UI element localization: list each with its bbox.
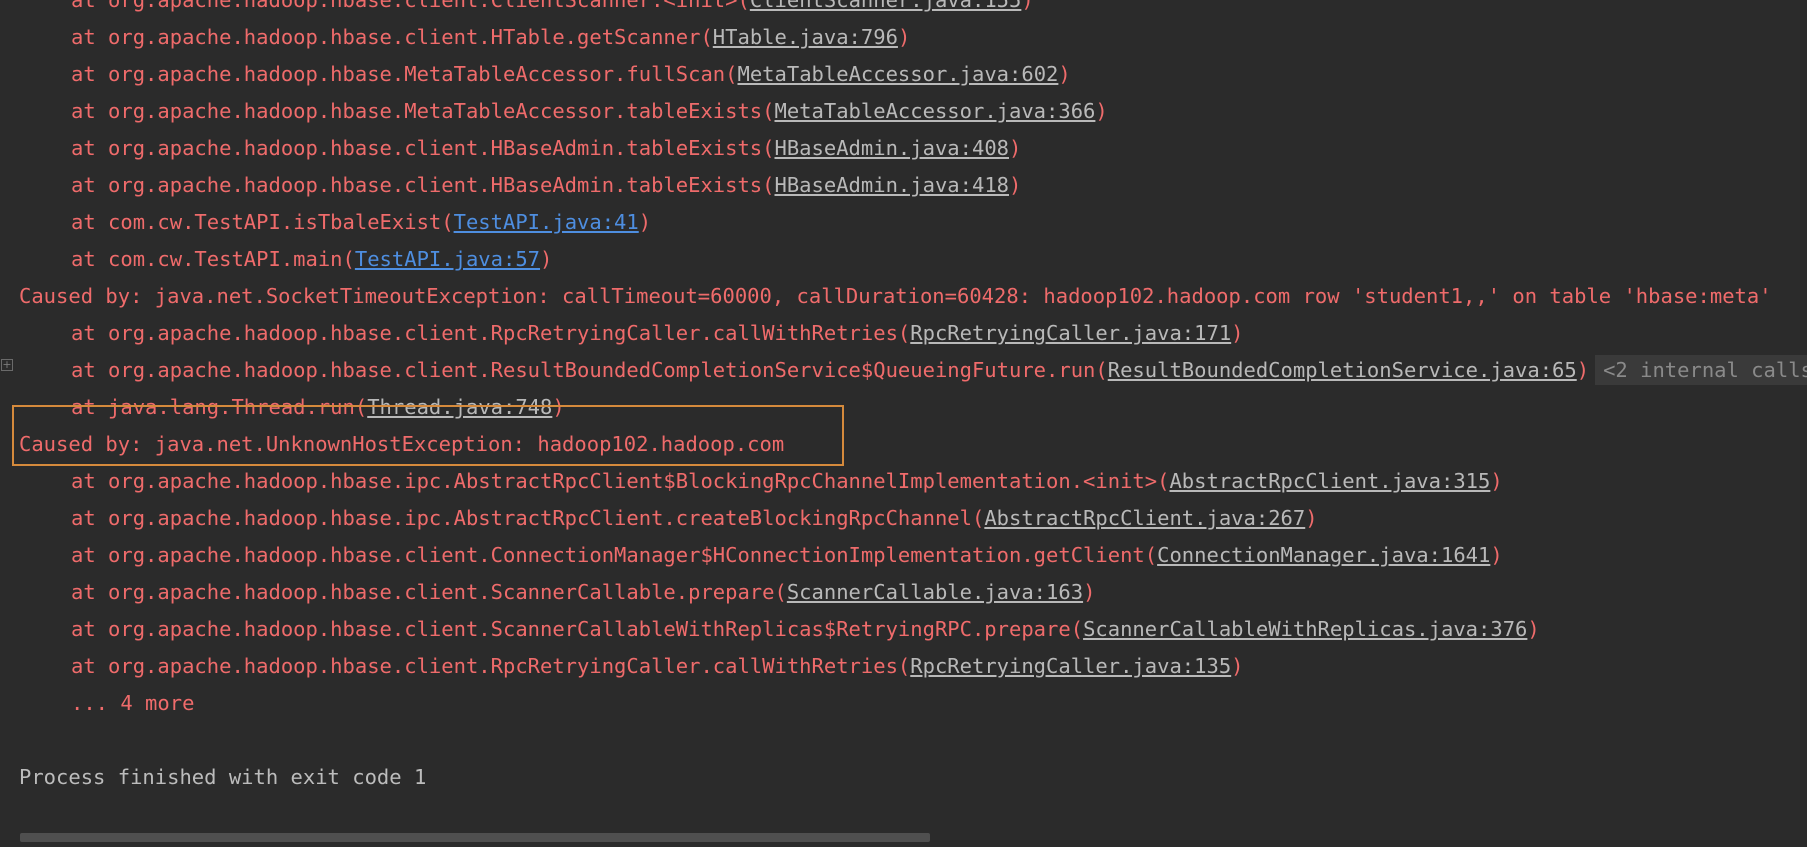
stack-frame-method: at org.apache.hadoop.hbase.client.Connec… — [71, 543, 1145, 567]
source-file-link[interactable]: RpcRetryingCaller.java:135 — [910, 654, 1231, 678]
paren-open: ( — [1095, 358, 1108, 382]
paren-close: ) — [897, 25, 911, 49]
caused-by-line: Caused by: java.net.UnknownHostException… — [19, 432, 785, 456]
stack-frame-method: at com.cw.TestAPI.main — [71, 247, 343, 271]
stack-frame-method: at org.apache.hadoop.hbase.ipc.AbstractR… — [71, 469, 1158, 493]
paren-close: ) — [1490, 469, 1503, 493]
stack-frame-line: at org.apache.hadoop.hbase.client.RpcRet… — [0, 315, 1244, 352]
source-file-link[interactable]: Thread.java:748 — [367, 395, 552, 419]
paren-open: ( — [1144, 543, 1158, 567]
source-file-link[interactable]: ClientScanner.java:155 — [750, 0, 1022, 12]
scrollbar-thumb[interactable] — [20, 833, 930, 842]
source-file-link[interactable]: ConnectionManager.java:1641 — [1157, 543, 1490, 567]
stack-frame-line: at org.apache.hadoop.hbase.client.Scanne… — [0, 611, 1540, 648]
paren-open: ( — [774, 580, 787, 604]
paren-open: ( — [354, 395, 368, 419]
expand-fold-icon[interactable]: + — [1, 359, 13, 371]
process-exit-message: Process finished with exit code 1 — [19, 765, 427, 789]
internal-calls-fold[interactable]: <2 internal calls> — [1595, 355, 1807, 385]
paren-close: ) — [1231, 321, 1244, 345]
source-file-link[interactable]: AbstractRpcClient.java:315 — [1169, 469, 1490, 493]
paren-open: ( — [762, 99, 775, 123]
paren-close: ) — [1009, 173, 1022, 197]
stack-frame-method: at org.apache.hadoop.hbase.ipc.AbstractR… — [71, 506, 972, 530]
source-file-link[interactable]: HBaseAdmin.java:418 — [775, 173, 1010, 197]
source-file-link[interactable]: TestAPI.java:41 — [454, 210, 639, 234]
source-file-link[interactable]: HTable.java:796 — [713, 25, 898, 49]
source-file-link[interactable]: ResultBoundedCompletionService.java:65 — [1108, 358, 1577, 382]
paren-close: ) — [540, 247, 553, 271]
stack-frame-line: at org.apache.hadoop.hbase.client.Scanne… — [0, 574, 1095, 611]
stack-frame-method: at org.apache.hadoop.hbase.client.HBaseA… — [71, 173, 763, 197]
stack-frame-line: at org.apache.hadoop.hbase.client.Connec… — [0, 537, 1503, 574]
stack-frame-line: at org.apache.hadoop.hbase.client.HTable… — [0, 19, 910, 56]
stack-frame-line: at org.apache.hadoop.hbase.MetaTableAcce… — [0, 56, 1071, 93]
source-file-link[interactable]: RpcRetryingCaller.java:171 — [910, 321, 1231, 345]
paren-close: ) — [1083, 580, 1096, 604]
source-file-link[interactable]: HBaseAdmin.java:408 — [775, 136, 1010, 160]
paren-open: ( — [897, 321, 911, 345]
paren-close: ) — [638, 210, 652, 234]
paren-close: ) — [1490, 543, 1503, 567]
paren-close: ) — [1058, 62, 1071, 86]
paren-open: ( — [737, 0, 750, 12]
stack-frame-line: at org.apache.hadoop.hbase.client.HBaseA… — [0, 167, 1021, 204]
paren-close: ) — [1009, 136, 1022, 160]
source-file-link[interactable]: TestAPI.java:57 — [355, 247, 540, 271]
source-file-link[interactable]: MetaTableAccessor.java:366 — [775, 99, 1096, 123]
stack-frame-line: at org.apache.hadoop.hbase.client.HBaseA… — [0, 130, 1021, 167]
paren-open: ( — [762, 136, 775, 160]
stack-frame-method: at org.apache.hadoop.hbase.MetaTableAcce… — [71, 99, 763, 123]
source-file-link[interactable]: ScannerCallableWithReplicas.java:376 — [1083, 617, 1527, 641]
paren-open: ( — [700, 25, 713, 49]
stack-frame-line: at org.apache.hadoop.hbase.MetaTableAcce… — [0, 93, 1108, 130]
source-file-link[interactable]: MetaTableAccessor.java:602 — [737, 62, 1058, 86]
stack-frame-method: at org.apache.hadoop.hbase.client.RpcRet… — [71, 654, 898, 678]
stack-frame-line: at org.apache.hadoop.hbase.client.Client… — [0, 0, 1034, 19]
stack-frame-method: at org.apache.hadoop.hbase.client.HBaseA… — [71, 136, 763, 160]
source-file-link[interactable]: AbstractRpcClient.java:267 — [984, 506, 1305, 530]
paren-close: ) — [1021, 0, 1034, 12]
paren-close: ) — [1231, 654, 1244, 678]
paren-open: ( — [342, 247, 355, 271]
source-file-link[interactable]: ScannerCallable.java:163 — [787, 580, 1083, 604]
stack-frame-method: at org.apache.hadoop.hbase.client.HTable… — [71, 25, 701, 49]
stack-frame-method: at org.apache.hadoop.hbase.client.RpcRet… — [71, 321, 898, 345]
stack-frame-method: at org.apache.hadoop.hbase.client.Scanne… — [71, 617, 1071, 641]
stack-frame-method: at org.apache.hadoop.hbase.client.Scanne… — [71, 580, 775, 604]
more-frames-line: ... 4 more — [71, 691, 195, 715]
paren-open: ( — [1070, 617, 1084, 641]
stack-frame-method: at com.cw.TestAPI.isTbaleExist — [71, 210, 442, 234]
paren-open: ( — [1157, 469, 1170, 493]
stack-frame-method: at org.apache.hadoop.hbase.client.Result… — [71, 358, 1096, 382]
paren-open: ( — [971, 506, 985, 530]
paren-open: ( — [897, 654, 911, 678]
stack-frame-line: at com.cw.TestAPI.isTbaleExist(TestAPI.j… — [0, 204, 651, 241]
paren-close: ) — [1527, 617, 1540, 641]
paren-close: ) — [552, 395, 565, 419]
console-output: at org.apache.hadoop.hbase.client.Client… — [0, 0, 1807, 847]
horizontal-scrollbar[interactable] — [0, 830, 1807, 847]
paren-open: ( — [762, 173, 775, 197]
paren-close: ) — [1576, 358, 1590, 382]
stack-frame-method: at org.apache.hadoop.hbase.MetaTableAcce… — [71, 62, 726, 86]
paren-open: ( — [725, 62, 738, 86]
paren-close: ) — [1095, 99, 1108, 123]
caused-by-line: Caused by: java.net.SocketTimeoutExcepti… — [19, 284, 1772, 308]
stack-frame-line: at org.apache.hadoop.hbase.client.RpcRet… — [0, 648, 1244, 685]
stack-frame-line: at org.apache.hadoop.hbase.client.Result… — [0, 352, 1807, 389]
stack-frame-line: at org.apache.hadoop.hbase.ipc.AbstractR… — [0, 463, 1503, 500]
stack-frame-line: at com.cw.TestAPI.main(TestAPI.java:57) — [0, 241, 552, 278]
paren-close: ) — [1305, 506, 1318, 530]
paren-open: ( — [441, 210, 454, 234]
stack-frame-line: at org.apache.hadoop.hbase.ipc.AbstractR… — [0, 500, 1318, 537]
stack-frame-method: at java.lang.Thread.run — [71, 395, 355, 419]
stack-frame-method: at org.apache.hadoop.hbase.client.Client… — [71, 0, 738, 12]
stack-frame-line: at java.lang.Thread.run(Thread.java:748) — [0, 389, 565, 426]
